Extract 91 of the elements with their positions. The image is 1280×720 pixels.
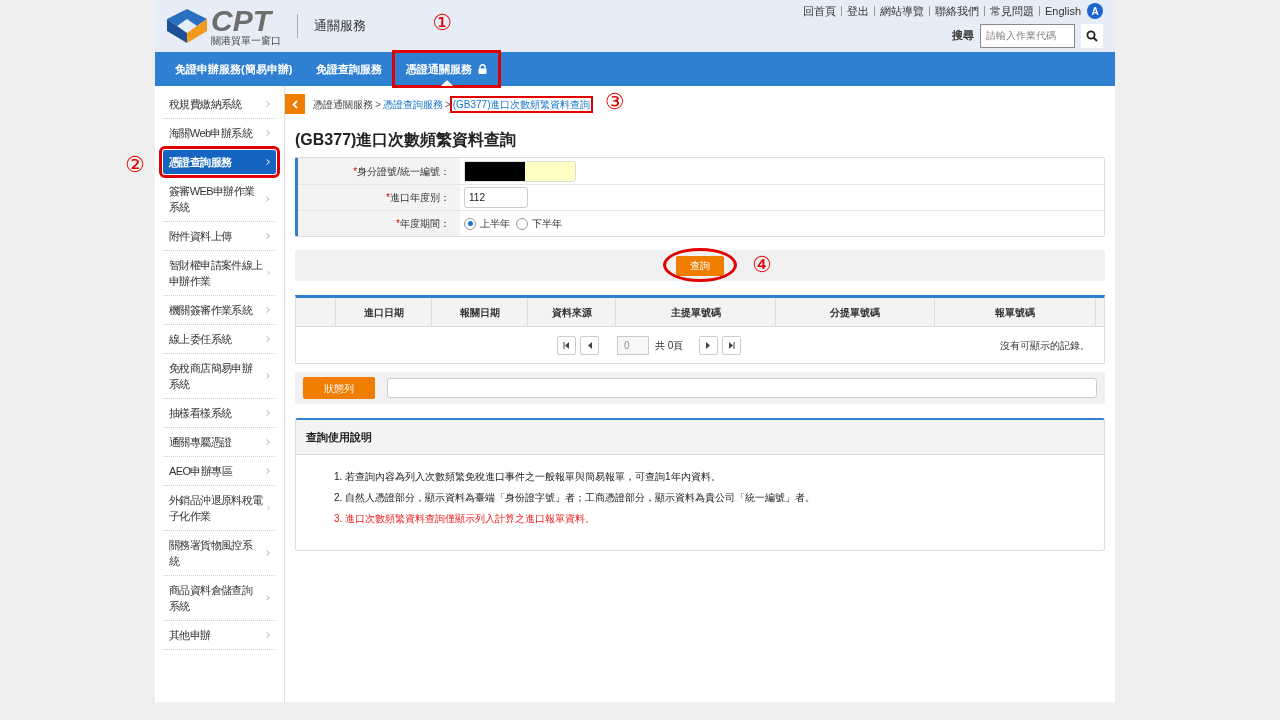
- nav-tab[interactable]: 免證申辦服務(簡易申辦): [163, 52, 305, 86]
- callout-number: ①: [432, 12, 453, 34]
- lock-icon: [478, 64, 488, 74]
- header-link[interactable]: 聯絡我們: [934, 3, 979, 20]
- chevron-right-icon: [266, 307, 270, 313]
- radio-button[interactable]: [516, 217, 528, 230]
- page-total: 共 0頁: [655, 338, 684, 353]
- search-field[interactable]: 請輸入作業代碼: [980, 23, 1075, 48]
- sidebar-item[interactable]: 線上委任系統: [163, 327, 276, 351]
- chevron-right-icon: [267, 270, 270, 276]
- next-page-button[interactable]: [699, 335, 719, 355]
- field-label: *年度期間：: [396, 217, 450, 231]
- chevron-right-icon: [266, 233, 270, 239]
- input-field[interactable]: [464, 160, 576, 182]
- radio-button[interactable]: [464, 217, 476, 230]
- instruction-text: 1. 若查詢內容為列入次數頻繁免稅進口事件之一般報單與簡易報單，可查詢1年內資料。: [334, 470, 722, 484]
- search-label: 搜尋: [952, 28, 974, 44]
- sidebar-item[interactable]: 稅規費繳納系統: [163, 92, 276, 116]
- header-link[interactable]: English: [1044, 3, 1081, 20]
- nav-tab[interactable]: 免證查詢服務: [304, 52, 395, 86]
- page-title: (GB377)進口次數頻繁資料查詢: [295, 130, 518, 150]
- callout-number: ③: [604, 90, 625, 113]
- logo-subtitle: 關港貿單一窗口: [211, 36, 281, 46]
- chevron-right-icon: [267, 505, 270, 511]
- chevron-right-icon: [266, 373, 270, 379]
- search-button[interactable]: [1081, 23, 1103, 48]
- breadcrumb-link[interactable]: 憑證查詢服務: [382, 98, 443, 110]
- accessibility-badge[interactable]: A: [1087, 3, 1103, 20]
- breadcrumb-separator: >: [444, 97, 451, 112]
- logo-text: CPT: [211, 6, 274, 36]
- callout-number: ④: [752, 254, 772, 276]
- chevron-right-icon: [266, 468, 270, 474]
- chevron-right-icon: [266, 410, 270, 416]
- header-link[interactable]: 登出: [846, 3, 869, 20]
- column-header: 分提單號碼: [830, 305, 880, 320]
- input-field[interactable]: 112: [464, 187, 528, 208]
- active-tab-pointer: [440, 80, 453, 86]
- breadcrumb-item: 憑證通關服務: [313, 98, 373, 110]
- last-page-button[interactable]: [722, 335, 742, 355]
- sidebar-item[interactable]: 附件資料上傳: [163, 224, 276, 248]
- chevron-right-icon: [266, 439, 270, 445]
- chevron-right-icon: [266, 336, 270, 342]
- sidebar-item[interactable]: 機關簽審作業系統: [163, 298, 276, 322]
- chevron-right-icon: [266, 550, 270, 556]
- chevron-right-icon: [266, 130, 270, 136]
- field-label: *身分證號/統一編號：: [353, 164, 450, 179]
- column-header: 主提單號碼: [670, 305, 721, 320]
- column-header: 進口日期: [363, 305, 404, 320]
- header-link[interactable]: 回首頁: [802, 3, 836, 20]
- column-header: 資料來源: [551, 305, 592, 320]
- column-header: 報單號碼: [995, 305, 1035, 320]
- previous-page-button[interactable]: [580, 335, 599, 355]
- instructions-title: 查詢使用說明: [306, 429, 372, 445]
- next-page-icon: [706, 341, 712, 349]
- sidebar-item[interactable]: 其他申辦: [163, 623, 276, 647]
- callout-number: ②: [125, 154, 145, 176]
- sidebar-item[interactable]: 關務署貨物風控系統: [163, 533, 276, 573]
- first-page-button[interactable]: [557, 335, 576, 355]
- sidebar-item[interactable]: 海關Web申辦系統: [163, 121, 276, 145]
- breadcrumb-separator: >: [375, 97, 381, 112]
- previous-page-icon: [587, 341, 592, 349]
- site-name: 通關服務: [314, 17, 366, 36]
- sidebar-item[interactable]: 商品資料倉儲查詢系統: [163, 578, 276, 618]
- chevron-right-icon: [266, 595, 270, 601]
- header-link[interactable]: 常見問題: [989, 3, 1034, 20]
- radio-label: 下半年: [532, 217, 562, 231]
- sidebar-item[interactable]: AEO申辦專區: [163, 459, 276, 483]
- chevron-right-icon: [266, 101, 270, 107]
- sidebar-item[interactable]: 智財權申請案件線上申辦作業: [163, 253, 276, 293]
- sidebar-item[interactable]: 外銷品沖退原料稅電子化作業: [163, 488, 276, 528]
- breadcrumb-current: (GB377)進口次數頻繁資料查詢: [452, 98, 591, 110]
- column-header: 報關日期: [459, 305, 500, 320]
- sidebar-item[interactable]: 通關專屬憑證: [163, 430, 276, 454]
- last-page-icon: [728, 341, 736, 349]
- empty-message: 沒有可顯示的記錄。: [1000, 338, 1090, 353]
- instruction-text: 2. 自然人憑證部分，顯示資料為臺端「身份證字號」者；工商憑證部分，顯示資料為貴公司「統一編號」者。: [334, 491, 817, 505]
- logo-icon: [167, 9, 207, 43]
- sidebar-item[interactable]: 抽樣看樣系統: [163, 401, 276, 425]
- sidebar-item[interactable]: 免稅商店簡易申辦系統: [163, 356, 276, 396]
- chevron-right-icon: [266, 632, 270, 638]
- search-icon: [1086, 29, 1098, 42]
- header-link[interactable]: 網站導覽: [879, 3, 924, 20]
- radio-label: 上半年: [480, 217, 510, 231]
- first-page-icon: [563, 341, 570, 349]
- field-label: *進口年度別：: [386, 191, 450, 205]
- sidebar-item[interactable]: 簽審WEB申辦作業系統: [163, 179, 276, 219]
- chevron-left-icon: [292, 99, 298, 109]
- nav-tab[interactable]: 憑證通關服務: [394, 52, 500, 86]
- chevron-right-icon: [266, 159, 270, 165]
- chevron-right-icon: [266, 196, 270, 202]
- instruction-text: 3. 進口次數頻繁資料查詢僅顯示列入計算之進口報單資料。: [334, 512, 597, 526]
